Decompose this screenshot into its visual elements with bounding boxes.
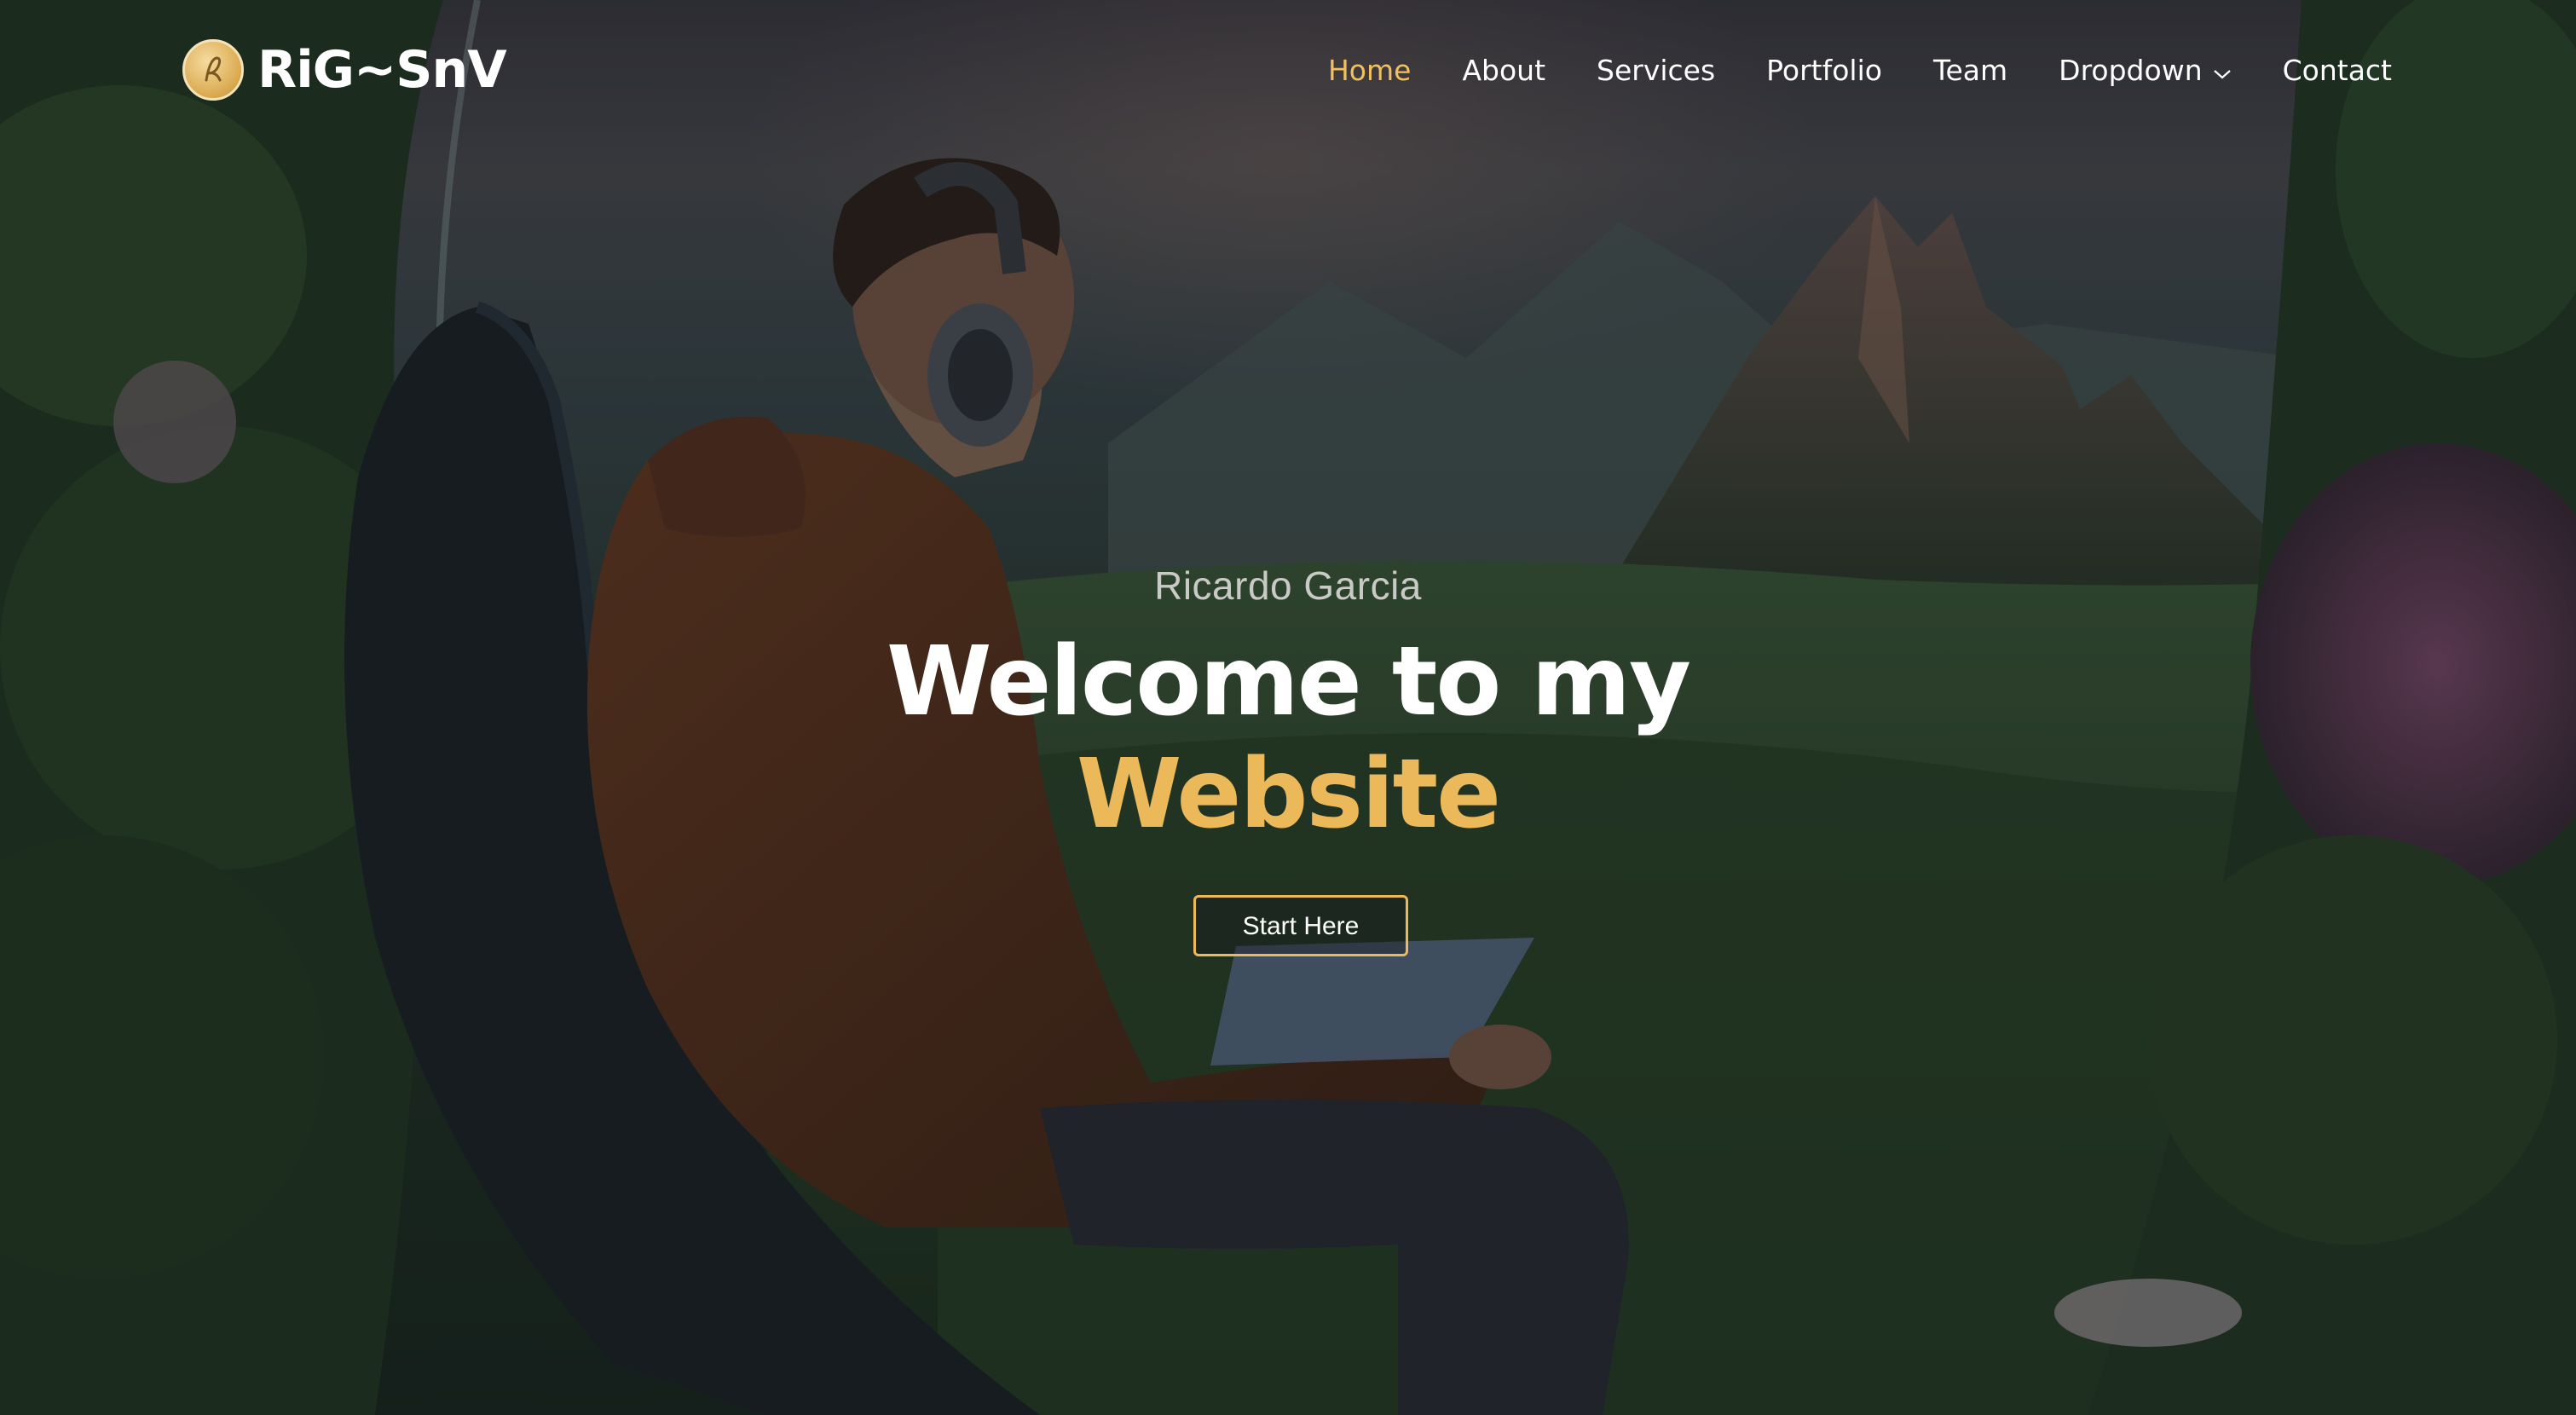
brand-name: RiG~SnV (257, 40, 507, 100)
site-logo[interactable]: RiG~SnV (182, 38, 507, 102)
nav-item-services[interactable]: Services (1597, 54, 1715, 87)
hero-title-line2: Website (1076, 739, 1501, 850)
nav-item-home[interactable]: Home (1328, 54, 1411, 87)
hero-subtitle: Ricardo Garcia (1154, 563, 1422, 608)
nav-item-dropdown-label: Dropdown (2059, 53, 2203, 87)
hero-content: Ricardo Garcia Welcome to my Website Sta… (0, 563, 2576, 956)
hero-title-line1: Welcome to my (886, 627, 1691, 737)
start-here-button[interactable]: Start Here (1193, 895, 1408, 956)
nav-item-portfolio[interactable]: Portfolio (1766, 54, 1882, 87)
hero-section: RiG~SnV Home About Services Portfolio Te… (0, 0, 2576, 1415)
signature-badge-icon (182, 39, 244, 101)
nav-item-contact[interactable]: Contact (2283, 54, 2392, 87)
nav-item-about[interactable]: About (1462, 54, 1545, 87)
nav-item-team[interactable]: Team (1933, 54, 2007, 87)
site-header: RiG~SnV Home About Services Portfolio Te… (0, 0, 2576, 141)
main-nav: Home About Services Portfolio Team Dropd… (1277, 44, 2392, 95)
chevron-down-icon (2213, 54, 2232, 87)
nav-item-dropdown[interactable]: Dropdown (2059, 54, 2231, 87)
